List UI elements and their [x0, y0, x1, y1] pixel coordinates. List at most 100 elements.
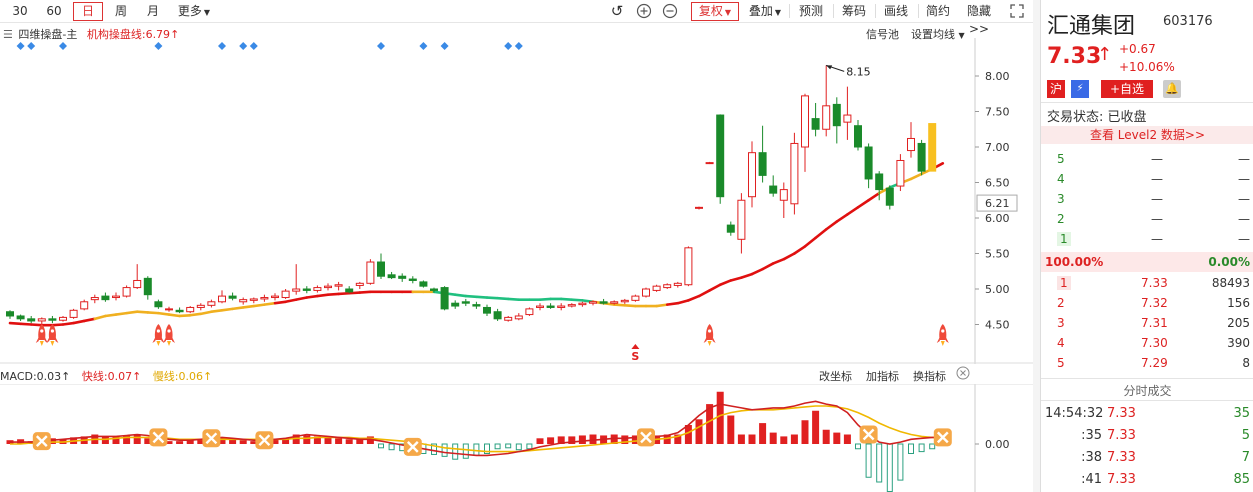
- change-coord-button[interactable]: 改坐标: [819, 368, 852, 384]
- more-periods-dropdown[interactable]: 更多 ▼: [173, 2, 215, 20]
- candle-body[interactable]: [811, 118, 820, 130]
- add-indicator-button[interactable]: 加指标: [866, 368, 899, 384]
- candle-body[interactable]: [514, 315, 523, 320]
- candle-body[interactable]: [864, 146, 873, 180]
- overlay-dropdown[interactable]: 叠加 ▼: [744, 2, 786, 20]
- candle-body[interactable]: [663, 284, 672, 289]
- candle-body[interactable]: [504, 316, 513, 321]
- candle-body[interactable]: [302, 288, 311, 291]
- period-30[interactable]: 30: [6, 2, 34, 20]
- candle-body[interactable]: [769, 185, 778, 194]
- candle-body[interactable]: [6, 311, 14, 317]
- candle-body[interactable]: [387, 274, 396, 279]
- candle-body[interactable]: [249, 298, 258, 301]
- candle-body[interactable]: [324, 285, 332, 289]
- candle-body[interactable]: [48, 318, 57, 321]
- candle-body[interactable]: [822, 105, 831, 130]
- candle-body[interactable]: [567, 304, 576, 307]
- candle-body[interactable]: [472, 304, 481, 307]
- candle-body[interactable]: [122, 287, 131, 297]
- candle-body[interactable]: [652, 285, 661, 291]
- candle-body[interactable]: [69, 309, 78, 318]
- candle-body[interactable]: [37, 318, 46, 322]
- candle-body[interactable]: [493, 311, 502, 320]
- candle-body[interactable]: [779, 189, 788, 201]
- candle-body[interactable]: [260, 297, 269, 300]
- candle-body[interactable]: [366, 261, 375, 284]
- candle-body[interactable]: [186, 306, 195, 313]
- candlestick-chart[interactable]: 8.00 7.50 7.00 6.50 6.00 5.50 5.00 4.50 6.21 8.15…: [0, 38, 1033, 364]
- candle-body[interactable]: [239, 299, 248, 303]
- candle-body[interactable]: [398, 275, 407, 279]
- candle-body[interactable]: [705, 162, 714, 165]
- candle-body[interactable]: [737, 199, 746, 240]
- candle-body[interactable]: [843, 114, 852, 123]
- candle-body[interactable]: [101, 295, 110, 301]
- candle-body[interactable]: [80, 301, 89, 310]
- candle-body[interactable]: [716, 114, 725, 198]
- candle-body[interactable]: [133, 279, 142, 289]
- level2-link[interactable]: 查看 Level2 数据>>: [1041, 126, 1253, 144]
- candle-body[interactable]: [218, 295, 226, 303]
- hide-button[interactable]: 隐藏>>: [958, 2, 1000, 36]
- candle-body[interactable]: [27, 318, 36, 322]
- candle-body[interactable]: [631, 295, 640, 301]
- candle-body[interactable]: [461, 301, 470, 304]
- candle-body[interactable]: [610, 301, 619, 304]
- candle-body[interactable]: [430, 288, 438, 291]
- adjust-price-dropdown[interactable]: 复权 ▼: [691, 2, 739, 21]
- candle-body[interactable]: [377, 261, 385, 277]
- candle-body[interactable]: [726, 224, 735, 233]
- period-day[interactable]: 日: [73, 2, 103, 21]
- macd-chart[interactable]: 0.00: [0, 384, 1033, 492]
- switch-indicator-button[interactable]: 换指标: [913, 368, 946, 384]
- candle-body[interactable]: [292, 288, 301, 292]
- undo-icon[interactable]: ↺: [608, 2, 626, 20]
- candle-body[interactable]: [589, 301, 597, 304]
- draw-line-button[interactable]: 画线: [880, 2, 912, 20]
- simple-mode-button[interactable]: 简约: [922, 2, 954, 20]
- candle-body[interactable]: [758, 152, 767, 176]
- candle-body[interactable]: [801, 95, 809, 148]
- candle-body[interactable]: [748, 152, 756, 198]
- candle-body[interactable]: [620, 299, 629, 303]
- candle-body[interactable]: [885, 187, 894, 206]
- candle-body[interactable]: [854, 125, 862, 148]
- candle-body[interactable]: [196, 304, 205, 308]
- candle-body[interactable]: [917, 142, 926, 172]
- candle-body[interactable]: [907, 137, 915, 152]
- candle-body[interactable]: [896, 159, 905, 187]
- close-indicator-icon[interactable]: [956, 366, 970, 383]
- fullscreen-icon[interactable]: [1008, 2, 1026, 20]
- candle-body[interactable]: [536, 305, 544, 308]
- candle-body[interactable]: [875, 173, 884, 191]
- candle-body[interactable]: [281, 290, 290, 299]
- candle-body[interactable]: [578, 302, 587, 306]
- zoom-in-icon[interactable]: [634, 2, 654, 20]
- candle-body[interactable]: [832, 103, 841, 127]
- candle-body[interactable]: [525, 308, 534, 316]
- candle-body[interactable]: [90, 297, 99, 301]
- forecast-button[interactable]: 预测: [795, 2, 827, 20]
- candle-body[interactable]: [673, 282, 682, 286]
- candle-body[interactable]: [271, 295, 279, 299]
- candle-body[interactable]: [112, 295, 120, 299]
- candle-body[interactable]: [313, 287, 322, 291]
- candle-body[interactable]: [154, 301, 163, 308]
- chips-button[interactable]: 筹码: [838, 2, 870, 20]
- candle-body[interactable]: [599, 301, 608, 304]
- add-watchlist-button[interactable]: +自选: [1101, 80, 1153, 98]
- candle-body[interactable]: [355, 282, 364, 286]
- candle-body[interactable]: [419, 281, 428, 287]
- candle-body[interactable]: [790, 142, 799, 205]
- candle-body[interactable]: [59, 316, 67, 321]
- zoom-out-icon[interactable]: [660, 2, 680, 20]
- candle-body[interactable]: [207, 301, 216, 306]
- candle-body[interactable]: [143, 277, 152, 296]
- candle-body[interactable]: [408, 278, 417, 281]
- candle-body[interactable]: [642, 288, 650, 297]
- period-week[interactable]: 周: [107, 2, 135, 20]
- candle-body[interactable]: [175, 309, 184, 313]
- candle-body[interactable]: [483, 306, 491, 314]
- candle-body[interactable]: [557, 305, 566, 308]
